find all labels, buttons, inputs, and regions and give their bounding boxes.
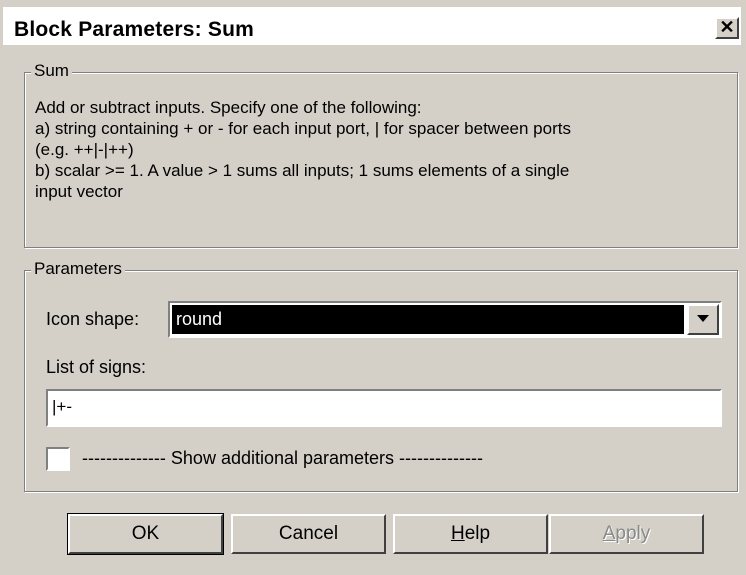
icon-shape-label: Icon shape: xyxy=(46,309,140,329)
close-button[interactable]: ✕ xyxy=(715,17,739,39)
show-additional-parameters-checkbox[interactable] xyxy=(46,447,70,471)
ok-button[interactable]: OK xyxy=(67,513,224,555)
description-line: b) scalar >= 1. A value > 1 sums all inp… xyxy=(35,161,570,180)
help-button[interactable]: Help xyxy=(393,514,548,554)
close-icon: ✕ xyxy=(719,17,735,37)
list-of-signs-label: List of signs: xyxy=(46,357,147,377)
show-additional-parameters-label[interactable]: -------------- Show additional parameter… xyxy=(82,448,483,469)
description-line: input vector xyxy=(35,182,123,201)
description-line: Add or subtract inputs. Specify one of t… xyxy=(35,98,422,117)
description-line: a) string containing + or - for each inp… xyxy=(35,119,571,138)
apply-button[interactable]: Apply xyxy=(549,514,704,554)
icon-shape-value: round xyxy=(172,305,684,334)
sum-description: Add or subtract inputs. Specify one of t… xyxy=(35,97,725,202)
sum-group-legend: Sum xyxy=(31,61,72,81)
dropdown-button[interactable] xyxy=(687,304,719,335)
parameters-group-legend: Parameters xyxy=(31,259,125,279)
sum-groupbox: Sum Add or subtract inputs. Specify one … xyxy=(24,61,738,248)
list-of-signs-input[interactable]: |+- xyxy=(46,389,722,427)
chevron-down-icon xyxy=(697,315,709,322)
block-parameters-dialog: Block Parameters: Sum ✕ Sum Add or subtr… xyxy=(0,0,746,575)
cancel-button[interactable]: Cancel xyxy=(231,514,386,554)
description-line: (e.g. ++|-|++) xyxy=(35,140,134,159)
icon-shape-select[interactable]: round xyxy=(168,301,722,338)
title-bar[interactable]: Block Parameters: Sum ✕ xyxy=(3,7,741,45)
window-title: Block Parameters: Sum xyxy=(14,18,254,41)
